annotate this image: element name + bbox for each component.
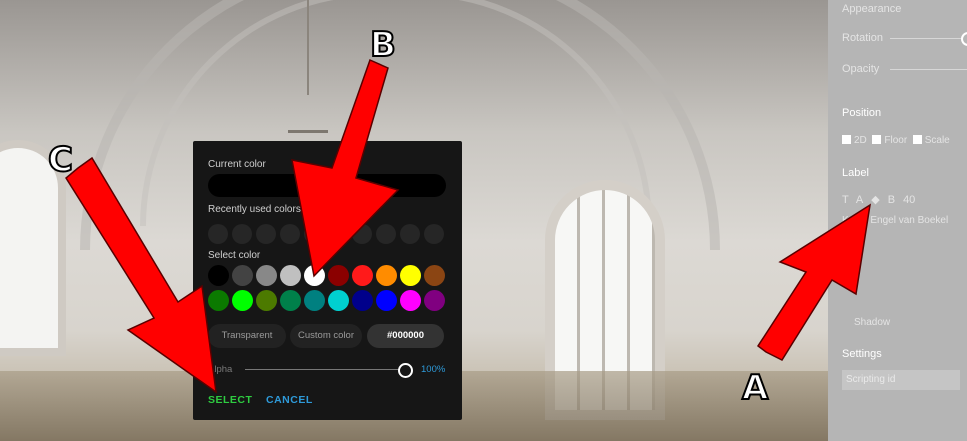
font-size-value[interactable]: 40 <box>903 194 915 206</box>
pos-2d-label: 2D <box>854 135 867 146</box>
recent-swatch[interactable] <box>328 224 348 244</box>
checkbox-2d[interactable] <box>842 135 851 144</box>
pos-floor-label: Floor <box>884 135 908 146</box>
swatch-row-2 <box>208 290 445 311</box>
select-button[interactable]: SELECT <box>208 394 252 406</box>
color-picker-dialog: Current color Recently used colors Selec… <box>193 141 462 420</box>
position-options: 2D Floor Scale <box>842 135 950 146</box>
color-swatch[interactable] <box>400 265 421 286</box>
color-swatch[interactable] <box>232 290 253 311</box>
current-color-label: Current color <box>208 159 266 170</box>
color-swatch[interactable] <box>376 290 397 311</box>
alpha-slider[interactable] <box>245 369 405 370</box>
rotation-knob[interactable] <box>961 32 967 46</box>
custom-color-button[interactable]: Custom color <box>290 324 362 348</box>
select-color-label: Select color <box>208 250 261 261</box>
recent-swatch[interactable] <box>232 224 252 244</box>
settings-title: Settings <box>842 348 882 360</box>
bold-icon[interactable]: B <box>888 194 903 206</box>
color-swatch[interactable] <box>280 265 301 286</box>
hex-input[interactable]: #000000 <box>367 324 444 348</box>
appearance-title: Appearance <box>842 3 902 15</box>
color-swatch[interactable] <box>376 265 397 286</box>
recent-swatch[interactable] <box>352 224 372 244</box>
cancel-button[interactable]: CANCEL <box>266 394 313 406</box>
color-swatch[interactable] <box>424 265 445 286</box>
label-text[interactable]: Kapel Engel van Boekel <box>842 215 948 226</box>
color-swatch[interactable] <box>352 265 373 286</box>
color-swatch[interactable] <box>208 290 229 311</box>
color-swatch[interactable] <box>352 290 373 311</box>
annotation-letter-a: A <box>741 367 769 409</box>
scripting-id-input[interactable]: Scripting id <box>842 370 960 390</box>
opacity-label: Opacity <box>842 63 880 75</box>
settings-panel: Appearance Rotation Opacity Position 2D … <box>828 0 967 441</box>
rotation-slider[interactable] <box>890 38 967 39</box>
current-color-preview <box>208 174 446 197</box>
opacity-slider[interactable] <box>890 69 967 70</box>
color-swatch[interactable] <box>304 290 325 311</box>
checkbox-floor[interactable] <box>872 135 882 144</box>
color-swatch[interactable] <box>208 265 229 286</box>
recent-swatch[interactable] <box>256 224 276 244</box>
transparent-button[interactable]: Transparent <box>208 324 286 348</box>
recent-swatch[interactable] <box>304 224 324 244</box>
pos-scale-label: Scale <box>924 135 950 146</box>
shadow-label: Shadow <box>854 317 891 328</box>
alpha-value: 100% <box>421 364 446 375</box>
color-swatch[interactable] <box>256 290 277 311</box>
recent-swatch[interactable] <box>280 224 300 244</box>
color-swatch[interactable] <box>424 290 445 311</box>
annotation-letter-c: C <box>47 139 74 181</box>
label-toolbar: TA◆B40 <box>842 193 915 206</box>
color-swatch[interactable] <box>256 265 277 286</box>
recent-swatch[interactable] <box>424 224 444 244</box>
rotation-label: Rotation <box>842 32 883 44</box>
annotation-letter-b: B <box>369 24 397 66</box>
swatch-row-1 <box>208 265 445 286</box>
recent-swatch[interactable] <box>376 224 396 244</box>
color-swatch[interactable] <box>328 290 349 311</box>
recent-swatch[interactable] <box>208 224 228 244</box>
alpha-label: Alpha <box>208 364 233 375</box>
recent-colors-label: Recently used colors <box>208 204 301 215</box>
recent-colors-row <box>208 224 444 244</box>
color-swatch[interactable] <box>400 290 421 311</box>
recent-swatch[interactable] <box>400 224 420 244</box>
chandelier <box>288 0 328 133</box>
fill-bucket-icon[interactable]: ◆ <box>871 194 887 206</box>
checkbox-scale[interactable] <box>912 135 922 144</box>
color-swatch[interactable] <box>280 290 301 311</box>
alpha-slider-knob[interactable] <box>398 363 413 378</box>
color-swatch[interactable] <box>328 265 349 286</box>
position-title: Position <box>842 107 882 119</box>
color-swatch[interactable] <box>232 265 253 286</box>
color-swatch[interactable] <box>304 265 325 286</box>
text-font-icon[interactable]: T <box>842 194 856 206</box>
text-color-icon[interactable]: A <box>856 194 871 206</box>
label-title: Label <box>842 167 869 179</box>
